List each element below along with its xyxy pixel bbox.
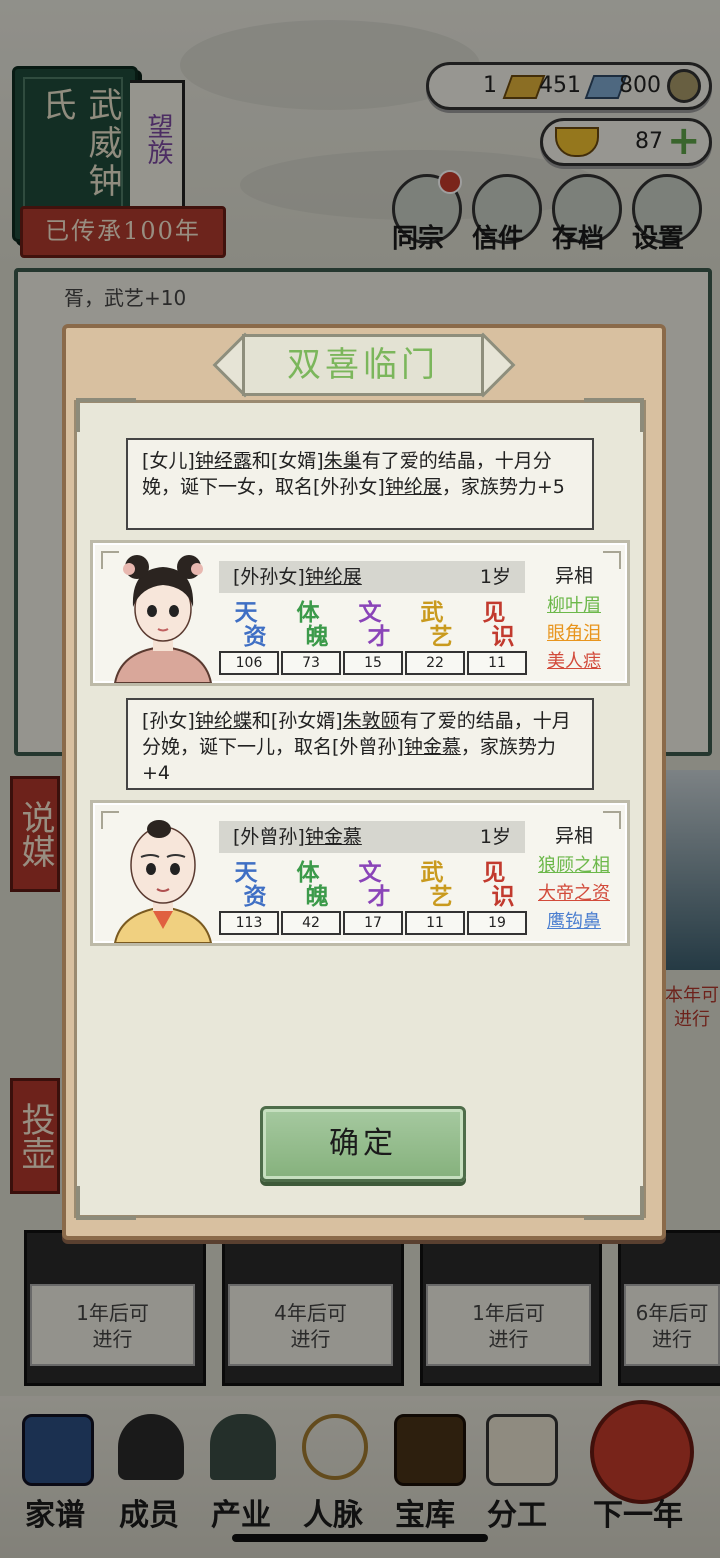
child-stats: 天资 体魄 文才 武艺 见识 106 73 15 22 11	[219, 601, 531, 677]
stat-value-jianshi: 19	[467, 911, 527, 935]
child-name-bar: [外孙女]钟纶展 1岁	[219, 561, 525, 593]
stat-label-jianshi: 见识	[482, 599, 515, 650]
stat-value-jianshi: 11	[467, 651, 527, 675]
birth-message: [孙女]钟纶蝶和[孙女婿]朱敦颐有了爱的结晶，十月分娩，诞下一儿，取名[外曾孙]…	[126, 698, 594, 790]
stat-value-tianzi: 113	[219, 911, 279, 935]
message-text: ，家族势力+5	[441, 476, 565, 498]
traits-header: 异相	[554, 565, 593, 587]
stat-label-wuyi: 武艺	[420, 599, 453, 650]
stat-value-wuyi: 11	[405, 911, 465, 935]
stat-label-tianzi: 天资	[234, 859, 267, 910]
stat-label-wencai: 文才	[358, 859, 391, 910]
message-text: 和[女婿]	[251, 450, 324, 472]
stat-label-wencai: 文才	[358, 599, 391, 650]
person-name-link[interactable]: 朱敦颐	[343, 710, 400, 732]
stat-value-tianzi: 106	[219, 651, 279, 675]
stat-label-tipo: 体魄	[296, 859, 329, 910]
confirm-button[interactable]: 确定	[260, 1106, 466, 1182]
stat-label-tipo: 体魄	[296, 599, 329, 650]
trait-link[interactable]: 眼角泪	[529, 619, 619, 645]
person-name-link[interactable]: 钟经露	[195, 450, 252, 472]
child-stats: 天资 体魄 文才 武艺 见识 113 42 17 11 19	[219, 861, 531, 937]
person-name-link[interactable]: 钟纶展	[385, 476, 442, 498]
stat-value-wencai: 17	[343, 911, 403, 935]
corner-ornament	[76, 1186, 136, 1220]
child-relation: [外孙女]	[233, 566, 305, 588]
trait-link[interactable]: 鹰钩鼻	[529, 907, 619, 933]
corner-ornament	[76, 398, 136, 432]
corner-ornament	[584, 1186, 644, 1220]
trait-link[interactable]: 大帝之资	[529, 879, 619, 905]
child-card[interactable]: [外孙女]钟纶展 1岁 天资 体魄 文才 武艺 见识 106 73 15 22 …	[90, 540, 630, 686]
traits-header: 异相	[554, 825, 593, 847]
trait-link[interactable]: 狼顾之相	[529, 851, 619, 877]
corner-ornament	[584, 398, 644, 432]
message-text: 和[孙女婿]	[251, 710, 343, 732]
child-relation: [外曾孙]	[233, 826, 305, 848]
person-name-link[interactable]: 钟纶蝶	[195, 710, 252, 732]
dialog-title: 双喜临门	[242, 334, 484, 396]
child-age: 1岁	[479, 826, 511, 848]
stat-value-tipo: 73	[281, 651, 341, 675]
person-name-link[interactable]: 朱巢	[324, 450, 362, 472]
birth-message: [女儿]钟经露和[女婿]朱巢有了爱的结晶，十月分娩，诞下一女，取名[外孙女]钟纶…	[126, 438, 594, 530]
stat-value-wencai: 15	[343, 651, 403, 675]
child-age: 1岁	[479, 566, 511, 588]
stat-value-wuyi: 22	[405, 651, 465, 675]
child-card[interactable]: [外曾孙]钟金慕 1岁 天资 体魄 文才 武艺 见识 113 42 17 11 …	[90, 800, 630, 946]
child-portrait-boy	[113, 820, 213, 943]
child-name[interactable]: 钟金慕	[305, 826, 362, 848]
child-name[interactable]: 钟纶展	[305, 566, 362, 588]
stat-label-tianzi: 天资	[234, 599, 267, 650]
stat-value-tipo: 42	[281, 911, 341, 935]
stat-label-jianshi: 见识	[482, 859, 515, 910]
stat-label-wuyi: 武艺	[420, 859, 453, 910]
child-name-bar: [外曾孙]钟金慕 1岁	[219, 821, 525, 853]
trait-link[interactable]: 柳叶眉	[529, 591, 619, 617]
message-text: [女儿]	[142, 450, 195, 472]
message-text: [孙女]	[142, 710, 195, 732]
trait-link[interactable]: 美人痣	[529, 647, 619, 673]
child-portrait-girl	[113, 555, 213, 683]
person-name-link[interactable]: 钟金慕	[404, 736, 461, 758]
